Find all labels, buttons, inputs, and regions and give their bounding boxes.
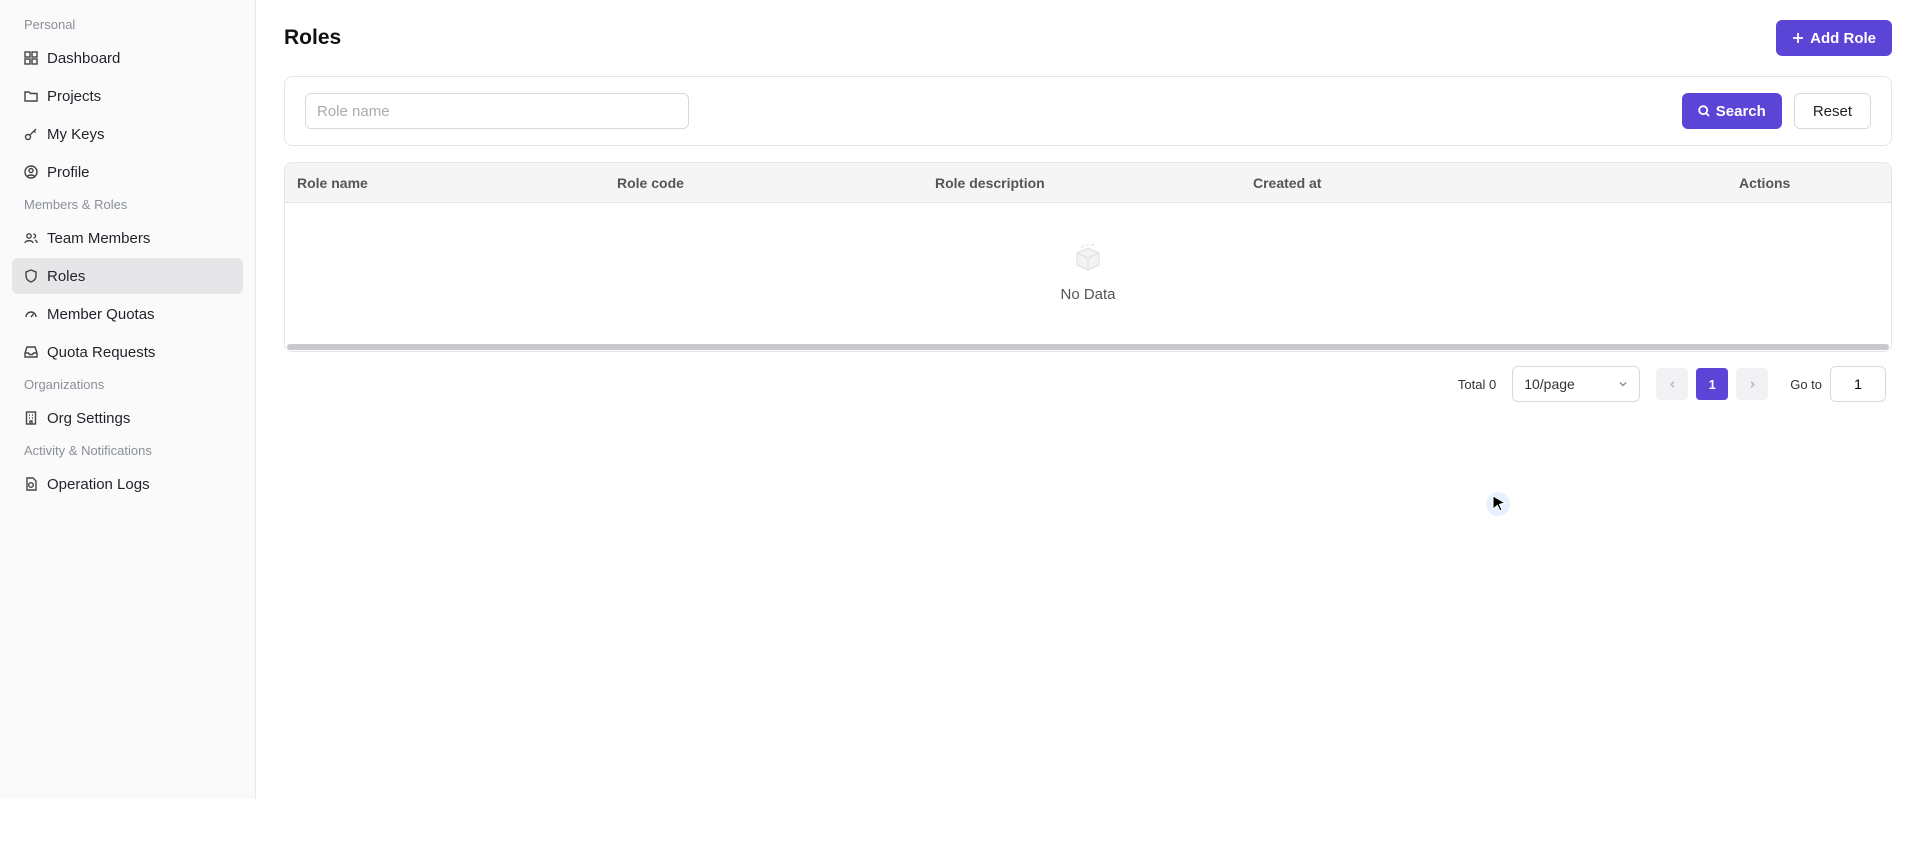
sidebar-item-label: Roles	[47, 267, 86, 285]
chevron-left-icon	[1669, 380, 1675, 388]
empty-state: No Data	[285, 203, 1891, 343]
table-header: Role name Role code Role description Cre…	[285, 163, 1891, 203]
sidebar-item-label: Projects	[47, 87, 102, 105]
add-role-button[interactable]: Add Role	[1776, 20, 1892, 56]
users-icon	[24, 231, 38, 245]
sidebar-item-quota-requests[interactable]: Quota Requests	[12, 334, 243, 370]
plus-icon	[1793, 33, 1804, 43]
role-name-input[interactable]	[305, 93, 689, 129]
gauge-icon	[24, 307, 38, 321]
sidebar-item-label: Member Quotas	[47, 305, 155, 323]
user-circle-icon	[24, 165, 38, 179]
prev-page-button[interactable]	[1656, 368, 1689, 400]
roles-table: Role name Role code Role description Cre…	[284, 162, 1892, 352]
section-activity: Activity & Notifications Operation Logs	[0, 438, 255, 502]
sidebar-item-team-members[interactable]: Team Members	[12, 220, 243, 256]
sidebar-item-label: Team Members	[47, 229, 151, 247]
page-header: Roles Add Role	[284, 0, 1892, 76]
sidebar-item-label: Quota Requests	[47, 343, 156, 361]
goto-label: Go to	[1790, 376, 1822, 392]
sidebar: Personal Dashboard Projects My Keys Prof…	[0, 0, 256, 799]
pagination: Total 0 10/page 1 Go to	[284, 366, 1892, 402]
empty-text: No Data	[1060, 286, 1116, 303]
key-icon	[24, 127, 38, 141]
column-header-created-at[interactable]: Created at	[1241, 175, 1727, 191]
empty-box-icon	[1073, 243, 1103, 276]
column-header-role-name[interactable]: Role name	[285, 175, 605, 191]
next-page-button[interactable]	[1736, 368, 1769, 400]
section-title: Organizations	[24, 377, 105, 392]
sidebar-item-profile[interactable]: Profile	[12, 154, 243, 190]
sidebar-item-label: Profile	[47, 163, 90, 181]
reset-button[interactable]: Reset	[1793, 93, 1871, 129]
search-label: Search	[1715, 102, 1766, 120]
page-number-current[interactable]: 1	[1696, 368, 1729, 400]
section-members-roles: Members & Roles Team Members Roles Membe…	[0, 192, 255, 370]
page-size-value: 10/page	[1524, 376, 1575, 392]
filter-bar: Search Reset	[284, 76, 1892, 146]
column-header-role-code[interactable]: Role code	[605, 175, 923, 191]
page-size-select[interactable]: 10/page	[1512, 366, 1641, 402]
search-icon	[1698, 105, 1710, 117]
sidebar-item-org-settings[interactable]: Org Settings	[12, 400, 243, 436]
sidebar-item-my-keys[interactable]: My Keys	[12, 116, 243, 152]
sidebar-item-member-quotas[interactable]: Member Quotas	[12, 296, 243, 332]
shield-icon	[24, 269, 38, 283]
filter-actions: Search Reset	[1681, 93, 1871, 129]
horizontal-scrollbar[interactable]	[285, 343, 1891, 351]
chevron-right-icon	[1750, 380, 1755, 388]
main-content: Roles Add Role Search Reset Role name Ro…	[256, 0, 1920, 799]
sidebar-item-label: Dashboard	[47, 49, 121, 67]
total-count: Total 0	[1457, 376, 1497, 392]
section-title: Personal	[24, 17, 76, 32]
goto-page-input[interactable]	[1830, 366, 1886, 402]
search-button[interactable]: Search	[1681, 93, 1782, 129]
sidebar-item-projects[interactable]: Projects	[12, 78, 243, 114]
sidebar-item-roles[interactable]: Roles	[12, 258, 243, 294]
folder-icon	[24, 89, 38, 103]
section-title: Activity & Notifications	[24, 443, 152, 458]
sidebar-item-operation-logs[interactable]: Operation Logs	[12, 466, 243, 502]
grid-icon	[24, 51, 38, 65]
building-icon	[24, 411, 38, 425]
inbox-icon	[24, 345, 38, 359]
chevron-down-icon	[1619, 381, 1627, 387]
sidebar-item-label: Operation Logs	[47, 475, 150, 493]
section-personal: Personal Dashboard Projects My Keys Prof…	[0, 12, 255, 190]
add-role-label: Add Role	[1810, 29, 1876, 47]
sidebar-item-label: Org Settings	[47, 409, 131, 427]
scrollbar-thumb[interactable]	[287, 344, 1889, 350]
column-header-actions: Actions	[1739, 174, 1791, 191]
mouse-cursor-icon	[1486, 492, 1510, 516]
sidebar-item-label: My Keys	[47, 125, 105, 143]
section-organizations: Organizations Org Settings	[0, 372, 255, 436]
page-title: Roles	[284, 26, 342, 49]
sidebar-item-dashboard[interactable]: Dashboard	[12, 40, 243, 76]
log-icon	[24, 477, 38, 491]
column-header-role-description[interactable]: Role description	[923, 175, 1241, 191]
section-title: Members & Roles	[24, 197, 128, 212]
